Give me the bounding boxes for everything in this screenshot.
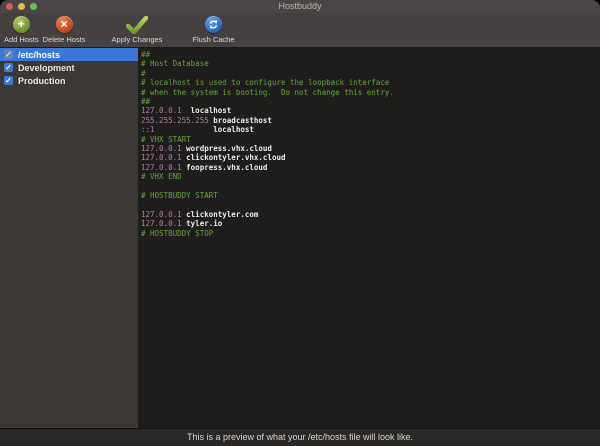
sidebar-item-label: Production — [18, 76, 66, 86]
delete-hosts-button[interactable]: ×Delete Hosts — [43, 14, 86, 44]
comment-text: # HOSTBUDDY START — [141, 191, 218, 200]
hostname: localhost — [191, 106, 232, 115]
hosts-line: # when the system is booting. Do not cha… — [141, 88, 600, 97]
hosts-line: # VHX START — [141, 135, 600, 144]
plus-sphere-icon: + — [13, 14, 30, 35]
checkbox[interactable]: ✓ — [4, 76, 13, 85]
comment-text: # VHX START — [141, 135, 191, 144]
checkmark-icon — [126, 14, 148, 35]
close-button[interactable] — [6, 3, 13, 10]
sidebar-item-label: Development — [18, 63, 75, 73]
toolbar-button-label: Flush Cache — [192, 35, 234, 44]
hosts-line: # — [141, 69, 600, 78]
ip-address: 127.0.0.1 — [141, 144, 182, 153]
sidebar: ✓ /etc/hosts ✓ Development ✓ Production — [0, 48, 138, 428]
hosts-line: 127.0.0.1 foopress.vhx.cloud — [141, 163, 600, 172]
comment-text: # localhost is used to configure the loo… — [141, 78, 389, 87]
toolbar: +Add Hosts×Delete HostsApply ChangesFlus… — [0, 13, 600, 48]
hosts-line — [141, 201, 600, 210]
hosts-line: # Host Database — [141, 59, 600, 68]
hostname: clickontyler.com — [186, 210, 258, 219]
ip-address: 127.0.0.1 — [141, 163, 182, 172]
hosts-preview-editor[interactable]: ### Host Database## localhost is used to… — [138, 48, 600, 428]
minimize-button[interactable] — [18, 3, 25, 10]
hostname: wordpress.vhx.cloud — [186, 144, 272, 153]
comment-text: # — [141, 69, 146, 78]
ip-address: 255.255.255.255 — [141, 116, 209, 125]
hosts-line — [141, 182, 600, 191]
hosts-line: # VHX END — [141, 172, 600, 181]
sidebar-item-production[interactable]: ✓ Production — [0, 74, 138, 87]
hosts-line: 127.0.0.1 localhost — [141, 106, 600, 115]
ip-address: 127.0.0.1 — [141, 219, 182, 228]
checkbox[interactable]: ✓ — [4, 63, 13, 72]
comment-text: ## — [141, 50, 150, 59]
hosts-line: 255.255.255.255 broadcasthost — [141, 116, 600, 125]
traffic-lights — [6, 3, 37, 10]
comment-text: # Host Database — [141, 59, 209, 68]
hostname: tyler.io — [186, 219, 222, 228]
sidebar-item-development[interactable]: ✓ Development — [0, 61, 138, 74]
cross-sphere-icon: × — [56, 14, 73, 35]
hostname: localhost — [213, 125, 254, 134]
hosts-line: # HOSTBUDDY START — [141, 191, 600, 200]
sidebar-item-etc-hosts[interactable]: ✓ /etc/hosts — [0, 48, 138, 61]
toolbar-button-label: Apply Changes — [112, 35, 163, 44]
zoom-button[interactable] — [30, 3, 37, 10]
hosts-line: 127.0.0.1 wordpress.vhx.cloud — [141, 144, 600, 153]
app-window: Hostbuddy +Add Hosts×Delete HostsApply C… — [0, 0, 600, 446]
comment-text: # when the system is booting. Do not cha… — [141, 88, 394, 97]
ip-address: 127.0.0.1 — [141, 153, 182, 162]
comment-text: ## — [141, 97, 150, 106]
ip-address: 127.0.0.1 — [141, 106, 182, 115]
hosts-line: # localhost is used to configure the loo… — [141, 78, 600, 87]
hosts-line: 127.0.0.1 clickontyler.com — [141, 210, 600, 219]
titlebar: Hostbuddy — [0, 0, 600, 13]
status-bar: This is a preview of what your /etc/host… — [0, 428, 600, 446]
hostname: clickontyler.vhx.cloud — [186, 153, 285, 162]
flush-cache-button[interactable]: Flush Cache — [192, 14, 234, 44]
add-hosts-button[interactable]: +Add Hosts — [4, 14, 39, 44]
hosts-line: ## — [141, 97, 600, 106]
ip-address: 127.0.0.1 — [141, 210, 182, 219]
hosts-line: # HOSTBUDDY STOP — [141, 229, 600, 238]
ip-address: ::1 — [141, 125, 155, 134]
window-title: Hostbuddy — [0, 0, 600, 13]
main-content: ✓/etc/hosts✓Development✓Production ### H… — [0, 48, 600, 428]
apply-changes-button[interactable]: Apply Changes — [112, 14, 163, 44]
hosts-line: ::1 localhost — [141, 125, 600, 134]
comment-text: # HOSTBUDDY STOP — [141, 229, 213, 238]
hosts-line: ## — [141, 50, 600, 59]
toolbar-button-label: Delete Hosts — [43, 35, 86, 44]
hosts-line: 127.0.0.1 tyler.io — [141, 219, 600, 228]
checkbox[interactable]: ✓ — [4, 50, 13, 59]
comment-text: # VHX END — [141, 172, 182, 181]
toolbar-button-label: Add Hosts — [4, 35, 39, 44]
hostname: foopress.vhx.cloud — [186, 163, 267, 172]
sidebar-item-label: /etc/hosts — [18, 50, 60, 60]
hosts-line: 127.0.0.1 clickontyler.vhx.cloud — [141, 153, 600, 162]
status-text: This is a preview of what your /etc/host… — [187, 432, 413, 442]
hostname: broadcasthost — [213, 116, 272, 125]
refresh-sphere-icon — [205, 14, 222, 35]
